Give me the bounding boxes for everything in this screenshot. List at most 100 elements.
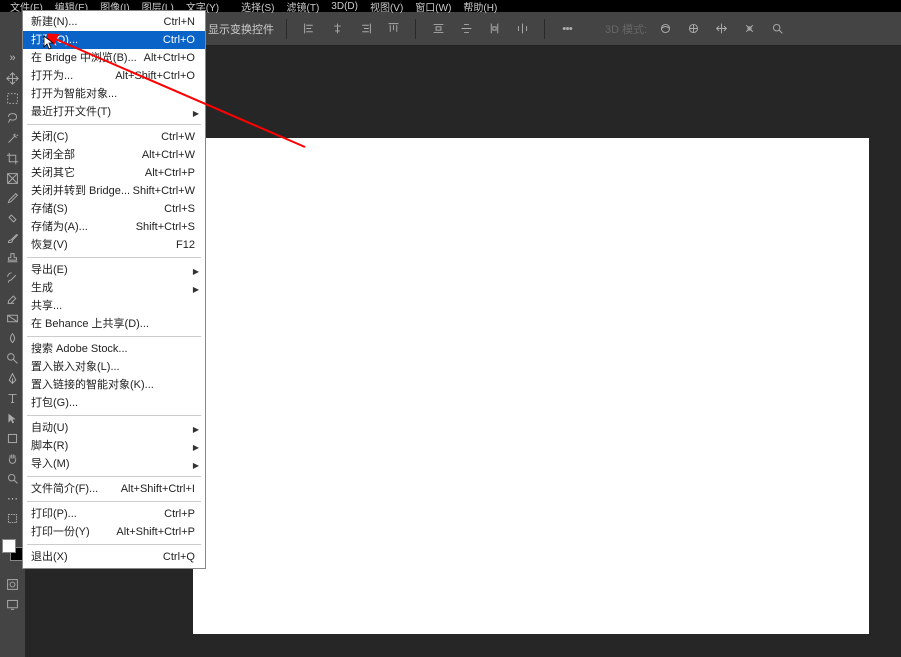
type-tool[interactable] xyxy=(2,389,24,407)
gradient-tool[interactable] xyxy=(2,309,24,327)
mode-3d-label: 3D 模式: xyxy=(605,21,647,37)
menu-item[interactable]: 文件简介(F)...Alt+Shift+Ctrl+I xyxy=(23,480,205,498)
foreground-color[interactable] xyxy=(2,539,16,553)
cursor-icon xyxy=(43,35,55,51)
menu-item[interactable]: 存储为(A)...Shift+Ctrl+S xyxy=(23,218,205,236)
collapse-icon[interactable]: » xyxy=(2,49,24,67)
menu-filter[interactable]: 滤镜(T) xyxy=(281,0,326,14)
more-tools-icon[interactable]: ⋯ xyxy=(2,489,24,507)
menu-item[interactable]: 打印(P)...Ctrl+P xyxy=(23,505,205,523)
menu-item-label: 置入链接的智能对象(K)... xyxy=(31,377,154,393)
menu-item-shortcut: Ctrl+N xyxy=(164,14,195,30)
eraser-tool[interactable] xyxy=(2,289,24,307)
menu-item[interactable]: 置入链接的智能对象(K)... xyxy=(23,376,205,394)
menu-3d[interactable]: 3D(D) xyxy=(325,1,364,12)
distribute-vcenter-icon[interactable] xyxy=(456,19,476,39)
hand-tool[interactable] xyxy=(2,449,24,467)
menu-item-shortcut: Alt+Shift+Ctrl+I xyxy=(121,481,195,497)
menu-item-label: 导出(E) xyxy=(31,262,68,278)
healing-tool[interactable] xyxy=(2,209,24,227)
menu-item[interactable]: 打包(G)... xyxy=(23,394,205,412)
menu-item[interactable]: 生成 xyxy=(23,279,205,297)
roll-icon[interactable] xyxy=(683,19,703,39)
zoom-icon[interactable] xyxy=(767,19,787,39)
menu-separator xyxy=(27,124,201,125)
file-menu-dropdown: 新建(N)...Ctrl+N打开(O)...Ctrl+O在 Bridge 中浏览… xyxy=(22,10,206,569)
menu-item[interactable]: 导入(M) xyxy=(23,455,205,473)
menu-item-shortcut: Ctrl+Q xyxy=(163,549,195,565)
blur-tool[interactable] xyxy=(2,329,24,347)
menu-item[interactable]: 关闭(C)Ctrl+W xyxy=(23,128,205,146)
marquee-tool[interactable] xyxy=(2,89,24,107)
menu-item[interactable]: 关闭其它Alt+Ctrl+P xyxy=(23,164,205,182)
menu-item-label: 打开为智能对象... xyxy=(31,86,117,102)
menu-window[interactable]: 窗口(W) xyxy=(409,0,457,14)
menu-item[interactable]: 关闭并转到 Bridge...Shift+Ctrl+W xyxy=(23,182,205,200)
menu-item-shortcut: Alt+Ctrl+O xyxy=(144,50,195,66)
lasso-tool[interactable] xyxy=(2,109,24,127)
menu-item[interactable]: 自动(U) xyxy=(23,419,205,437)
edit-toolbar-icon[interactable] xyxy=(2,509,24,527)
menu-item-label: 打包(G)... xyxy=(31,395,78,411)
quickmask-icon[interactable] xyxy=(2,575,24,593)
menu-item[interactable]: 打开为...Alt+Shift+Ctrl+O xyxy=(23,67,205,85)
move-tool[interactable] xyxy=(2,69,24,87)
menu-item-label: 搜索 Adobe Stock... xyxy=(31,341,128,357)
menu-separator xyxy=(27,476,201,477)
transform-label: 显示变换控件 xyxy=(208,21,274,37)
more-icon[interactable] xyxy=(557,19,577,39)
menu-select[interactable]: 选择(S) xyxy=(235,0,280,14)
align-top-icon[interactable] xyxy=(383,19,403,39)
menu-item[interactable]: 退出(X)Ctrl+Q xyxy=(23,548,205,566)
menu-item-label: 关闭全部 xyxy=(31,147,75,163)
menu-item[interactable]: 搜索 Adobe Stock... xyxy=(23,340,205,358)
pan-icon[interactable] xyxy=(711,19,731,39)
menu-item-shortcut: Alt+Ctrl+W xyxy=(142,147,195,163)
menu-item[interactable]: 打印一份(Y)Alt+Shift+Ctrl+P xyxy=(23,523,205,541)
align-right-icon[interactable] xyxy=(355,19,375,39)
path-tool[interactable] xyxy=(2,409,24,427)
menu-item[interactable]: 置入嵌入对象(L)... xyxy=(23,358,205,376)
menu-item[interactable]: 打开为智能对象... xyxy=(23,85,205,103)
stamp-tool[interactable] xyxy=(2,249,24,267)
orbit-icon[interactable] xyxy=(655,19,675,39)
menu-item[interactable]: 在 Behance 上共享(D)... xyxy=(23,315,205,333)
distribute-bottom-icon[interactable] xyxy=(484,19,504,39)
align-left-icon[interactable] xyxy=(299,19,319,39)
menu-view[interactable]: 视图(V) xyxy=(364,0,409,14)
canvas[interactable] xyxy=(193,138,869,634)
slide-icon[interactable] xyxy=(739,19,759,39)
frame-tool[interactable] xyxy=(2,169,24,187)
align-center-h-icon[interactable] xyxy=(327,19,347,39)
magic-wand-tool[interactable] xyxy=(2,129,24,147)
color-swatch[interactable] xyxy=(2,539,24,561)
menu-item[interactable]: 新建(N)...Ctrl+N xyxy=(23,13,205,31)
menu-separator xyxy=(27,257,201,258)
shape-tool[interactable] xyxy=(2,429,24,447)
screenmode-icon[interactable] xyxy=(2,595,24,613)
distribute-hcenter-icon[interactable] xyxy=(512,19,532,39)
menu-item[interactable]: 关闭全部 Alt+Ctrl+W xyxy=(23,146,205,164)
pen-tool[interactable] xyxy=(2,369,24,387)
history-brush-tool[interactable] xyxy=(2,269,24,287)
show-transform-controls[interactable]: 显示变换控件 xyxy=(194,21,274,37)
menu-item-label: 在 Bridge 中浏览(B)... xyxy=(31,50,137,66)
menu-item-label: 在 Behance 上共享(D)... xyxy=(31,316,149,332)
distribute-top-icon[interactable] xyxy=(428,19,448,39)
menu-item-label: 打印一份(Y) xyxy=(31,524,90,540)
crop-tool[interactable] xyxy=(2,149,24,167)
menu-item[interactable]: 导出(E) xyxy=(23,261,205,279)
menu-item[interactable]: 存储(S)Ctrl+S xyxy=(23,200,205,218)
menu-item[interactable]: 在 Bridge 中浏览(B)... Alt+Ctrl+O xyxy=(23,49,205,67)
menu-item-label: 关闭其它 xyxy=(31,165,75,181)
menu-item-shortcut: F12 xyxy=(176,237,195,253)
brush-tool[interactable] xyxy=(2,229,24,247)
menu-item[interactable]: 最近打开文件(T) xyxy=(23,103,205,121)
menu-item[interactable]: 恢复(V)F12 xyxy=(23,236,205,254)
menu-item[interactable]: 脚本(R) xyxy=(23,437,205,455)
dodge-tool[interactable] xyxy=(2,349,24,367)
menu-item[interactable]: 共享... xyxy=(23,297,205,315)
zoom-tool[interactable] xyxy=(2,469,24,487)
menu-help[interactable]: 帮助(H) xyxy=(457,0,503,14)
eyedropper-tool[interactable] xyxy=(2,189,24,207)
